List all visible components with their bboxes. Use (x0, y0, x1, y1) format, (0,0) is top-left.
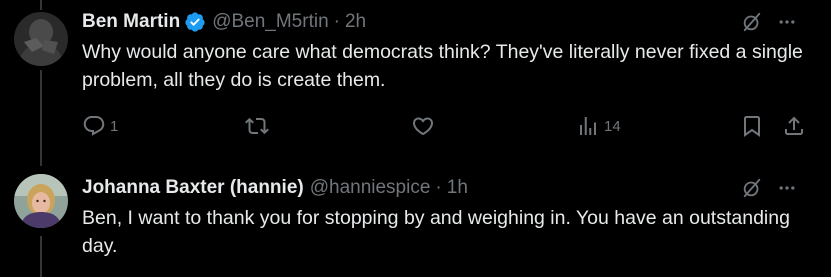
more-icon[interactable] (777, 178, 797, 198)
display-name[interactable]: Johanna Baxter (hannie) (82, 177, 304, 199)
heart-icon (412, 117, 434, 136)
handle[interactable]: @hanniespice (310, 177, 431, 199)
timestamp[interactable]: 2h (345, 11, 366, 33)
avatar[interactable] (14, 12, 68, 66)
display-name[interactable]: Ben Martin (82, 11, 180, 33)
views-button[interactable]: 14 (576, 114, 621, 138)
views-icon (580, 117, 596, 135)
reply-button[interactable]: 1 (82, 114, 118, 138)
grok-icon[interactable] (741, 177, 763, 199)
separator-dot: · (333, 11, 340, 32)
retweet-icon (245, 117, 269, 135)
tweet-header: Ben Martin @Ben_M5rtin · 2h (82, 10, 817, 34)
share-icon (785, 116, 803, 135)
separator-dot: · (435, 177, 442, 198)
grok-icon[interactable] (741, 11, 763, 33)
bookmark-icon (744, 116, 760, 137)
tweet-ben-martin[interactable]: Ben Martin @Ben_M5rtin · 2h Why would an… (0, 0, 831, 160)
tweet-text: Why would anyone care what democrats thi… (82, 41, 803, 91)
avatar-image (14, 174, 68, 228)
timestamp[interactable]: 1h (447, 177, 468, 199)
like-button[interactable] (411, 114, 435, 138)
bookmark-button[interactable] (740, 114, 764, 138)
tweet-text: Ben, I want to thank you for stopping by… (82, 207, 790, 257)
retweet-button[interactable] (245, 114, 269, 138)
handle[interactable]: @Ben_M5rtin (212, 11, 328, 33)
avatar[interactable] (14, 174, 68, 228)
tweet-actions: 1 14 (0, 114, 831, 140)
avatar-image (14, 12, 68, 66)
share-button[interactable] (782, 114, 806, 138)
views-count: 14 (604, 117, 621, 135)
reply-icon (83, 116, 105, 136)
tweet-johanna-baxter[interactable]: Johanna Baxter (hannie) @hanniespice · 1… (0, 160, 831, 277)
reply-count: 1 (110, 117, 119, 135)
tweet-header: Johanna Baxter (hannie) @hanniespice · 1… (82, 176, 817, 200)
verified-badge-icon[interactable] (184, 11, 206, 33)
more-icon[interactable] (777, 12, 797, 32)
